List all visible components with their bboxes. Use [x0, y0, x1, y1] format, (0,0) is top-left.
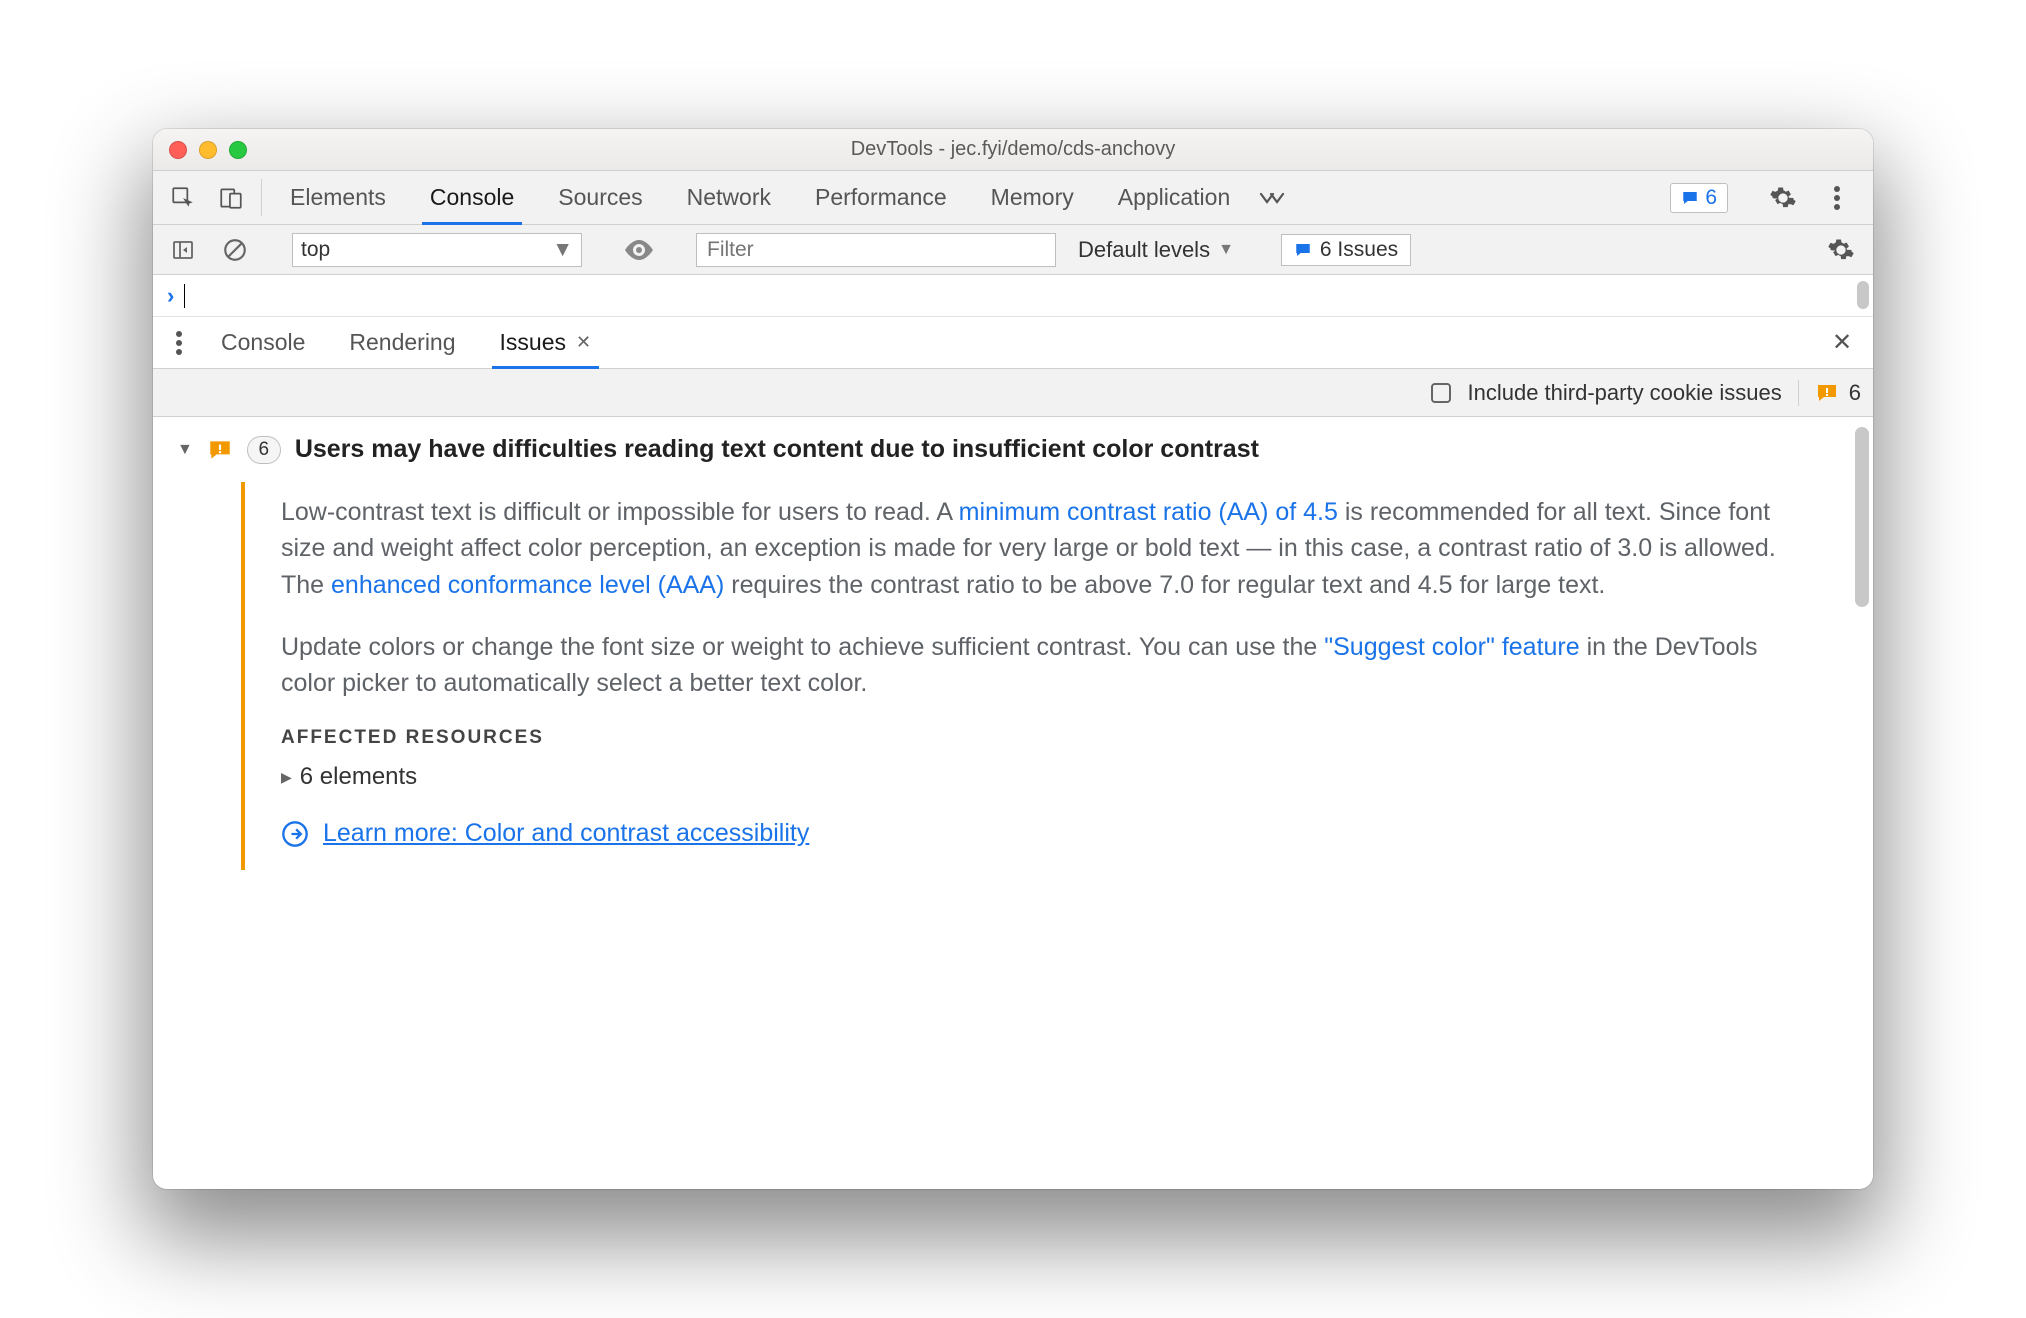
main-tabstrip: Elements Console Sources Network Perform… — [153, 171, 1873, 225]
separator — [261, 179, 262, 216]
filter-input[interactable] — [696, 233, 1056, 267]
titlebar: DevTools - jec.fyi/demo/cds-anchovy — [153, 129, 1873, 171]
issues-body: ▼ 6 Users may have difficulties reading … — [153, 417, 1873, 1189]
drawer-tab-console[interactable]: Console — [199, 317, 327, 368]
zoom-window-button[interactable] — [229, 141, 247, 159]
issue-item: ▼ 6 Users may have difficulties reading … — [153, 417, 1873, 870]
drawer-tabstrip: Console Rendering Issues ✕ ✕ — [153, 317, 1873, 369]
inspect-element-icon[interactable] — [159, 171, 207, 224]
issue-count-badge: 6 — [247, 436, 281, 464]
chevron-down-icon: ▼ — [1218, 241, 1234, 259]
scrollbar-thumb[interactable] — [1857, 281, 1869, 309]
drawer-tab-rendering[interactable]: Rendering — [327, 317, 477, 368]
tab-memory[interactable]: Memory — [969, 171, 1096, 224]
console-sidebar-toggle-icon[interactable] — [163, 232, 203, 268]
link-suggest-color[interactable]: "Suggest color" feature — [1324, 633, 1579, 661]
tab-application[interactable]: Application — [1096, 171, 1253, 224]
issue-header[interactable]: ▼ 6 Users may have difficulties reading … — [177, 435, 1849, 464]
tab-network[interactable]: Network — [665, 171, 793, 224]
learn-more-row: Learn more: Color and contrast accessibi… — [281, 819, 1781, 848]
prompt-chevron-icon: › — [167, 283, 174, 309]
issue-paragraph: Low-contrast text is difficult or imposs… — [281, 494, 1781, 603]
comment-icon — [1294, 241, 1312, 259]
live-expression-icon[interactable] — [619, 240, 659, 260]
issues-summary-chip[interactable]: 6 Issues — [1281, 234, 1411, 266]
devtools-window: DevTools - jec.fyi/demo/cds-anchovy Elem… — [153, 129, 1873, 1189]
drawer-menu-icon[interactable] — [159, 317, 199, 368]
window-title: DevTools - jec.fyi/demo/cds-anchovy — [153, 138, 1873, 161]
chevron-down-icon: ▼ — [552, 238, 573, 262]
affected-resources-heading: AFFECTED RESOURCES — [281, 727, 1781, 749]
minimize-window-button[interactable] — [199, 141, 217, 159]
scrollbar-thumb[interactable] — [1855, 427, 1869, 607]
device-toolbar-icon[interactable] — [207, 171, 255, 224]
issue-paragraph: Update colors or change the font size or… — [281, 629, 1781, 702]
tabstrip-right: 6 — [1670, 171, 1867, 224]
link-aa-ratio[interactable]: minimum contrast ratio (AA) of 4.5 — [959, 498, 1338, 526]
include-third-party-label: Include third-party cookie issues — [1467, 380, 1781, 406]
console-settings-icon[interactable] — [1819, 236, 1863, 264]
total-issues-indicator: 6 — [1798, 380, 1861, 406]
tab-elements[interactable]: Elements — [268, 171, 408, 224]
clear-console-icon[interactable] — [215, 232, 255, 268]
console-toolbar: top ▼ Default levels ▼ 6 Issues — [153, 225, 1873, 275]
issues-toolbar: Include third-party cookie issues 6 — [153, 369, 1873, 417]
issues-badge[interactable]: 6 — [1670, 183, 1728, 213]
arrow-in-circle-icon — [281, 820, 309, 848]
text-caret — [184, 284, 185, 308]
console-prompt[interactable]: › — [153, 275, 1873, 317]
close-window-button[interactable] — [169, 141, 187, 159]
affected-resources-row[interactable]: ▶ 6 elements — [281, 763, 1781, 791]
more-tabs-icon[interactable] — [1252, 171, 1292, 224]
execution-context-select[interactable]: top ▼ — [292, 233, 582, 267]
disclosure-triangle-icon: ▶ — [281, 769, 292, 786]
log-level-select[interactable]: Default levels ▼ — [1068, 237, 1244, 263]
more-options-icon[interactable] — [1815, 185, 1859, 211]
tab-console[interactable]: Console — [408, 171, 536, 224]
drawer-tab-issues[interactable]: Issues ✕ — [478, 317, 614, 368]
close-drawer-icon[interactable]: ✕ — [1817, 317, 1867, 368]
link-aaa-level[interactable]: enhanced conformance level (AAA) — [331, 571, 724, 599]
comment-icon — [1681, 189, 1699, 207]
tab-sources[interactable]: Sources — [536, 171, 664, 224]
warning-icon — [1815, 381, 1839, 405]
traffic-lights — [169, 141, 247, 159]
issue-title: Users may have difficulties reading text… — [295, 435, 1259, 464]
issue-detail: Low-contrast text is difficult or imposs… — [241, 482, 1781, 870]
disclosure-triangle-icon[interactable]: ▼ — [177, 441, 193, 459]
learn-more-link[interactable]: Learn more: Color and contrast accessibi… — [323, 819, 809, 848]
close-tab-icon[interactable]: ✕ — [576, 332, 591, 353]
include-third-party-checkbox[interactable] — [1431, 383, 1451, 403]
tab-performance[interactable]: Performance — [793, 171, 969, 224]
warning-icon — [207, 437, 233, 463]
settings-icon[interactable] — [1761, 184, 1805, 212]
